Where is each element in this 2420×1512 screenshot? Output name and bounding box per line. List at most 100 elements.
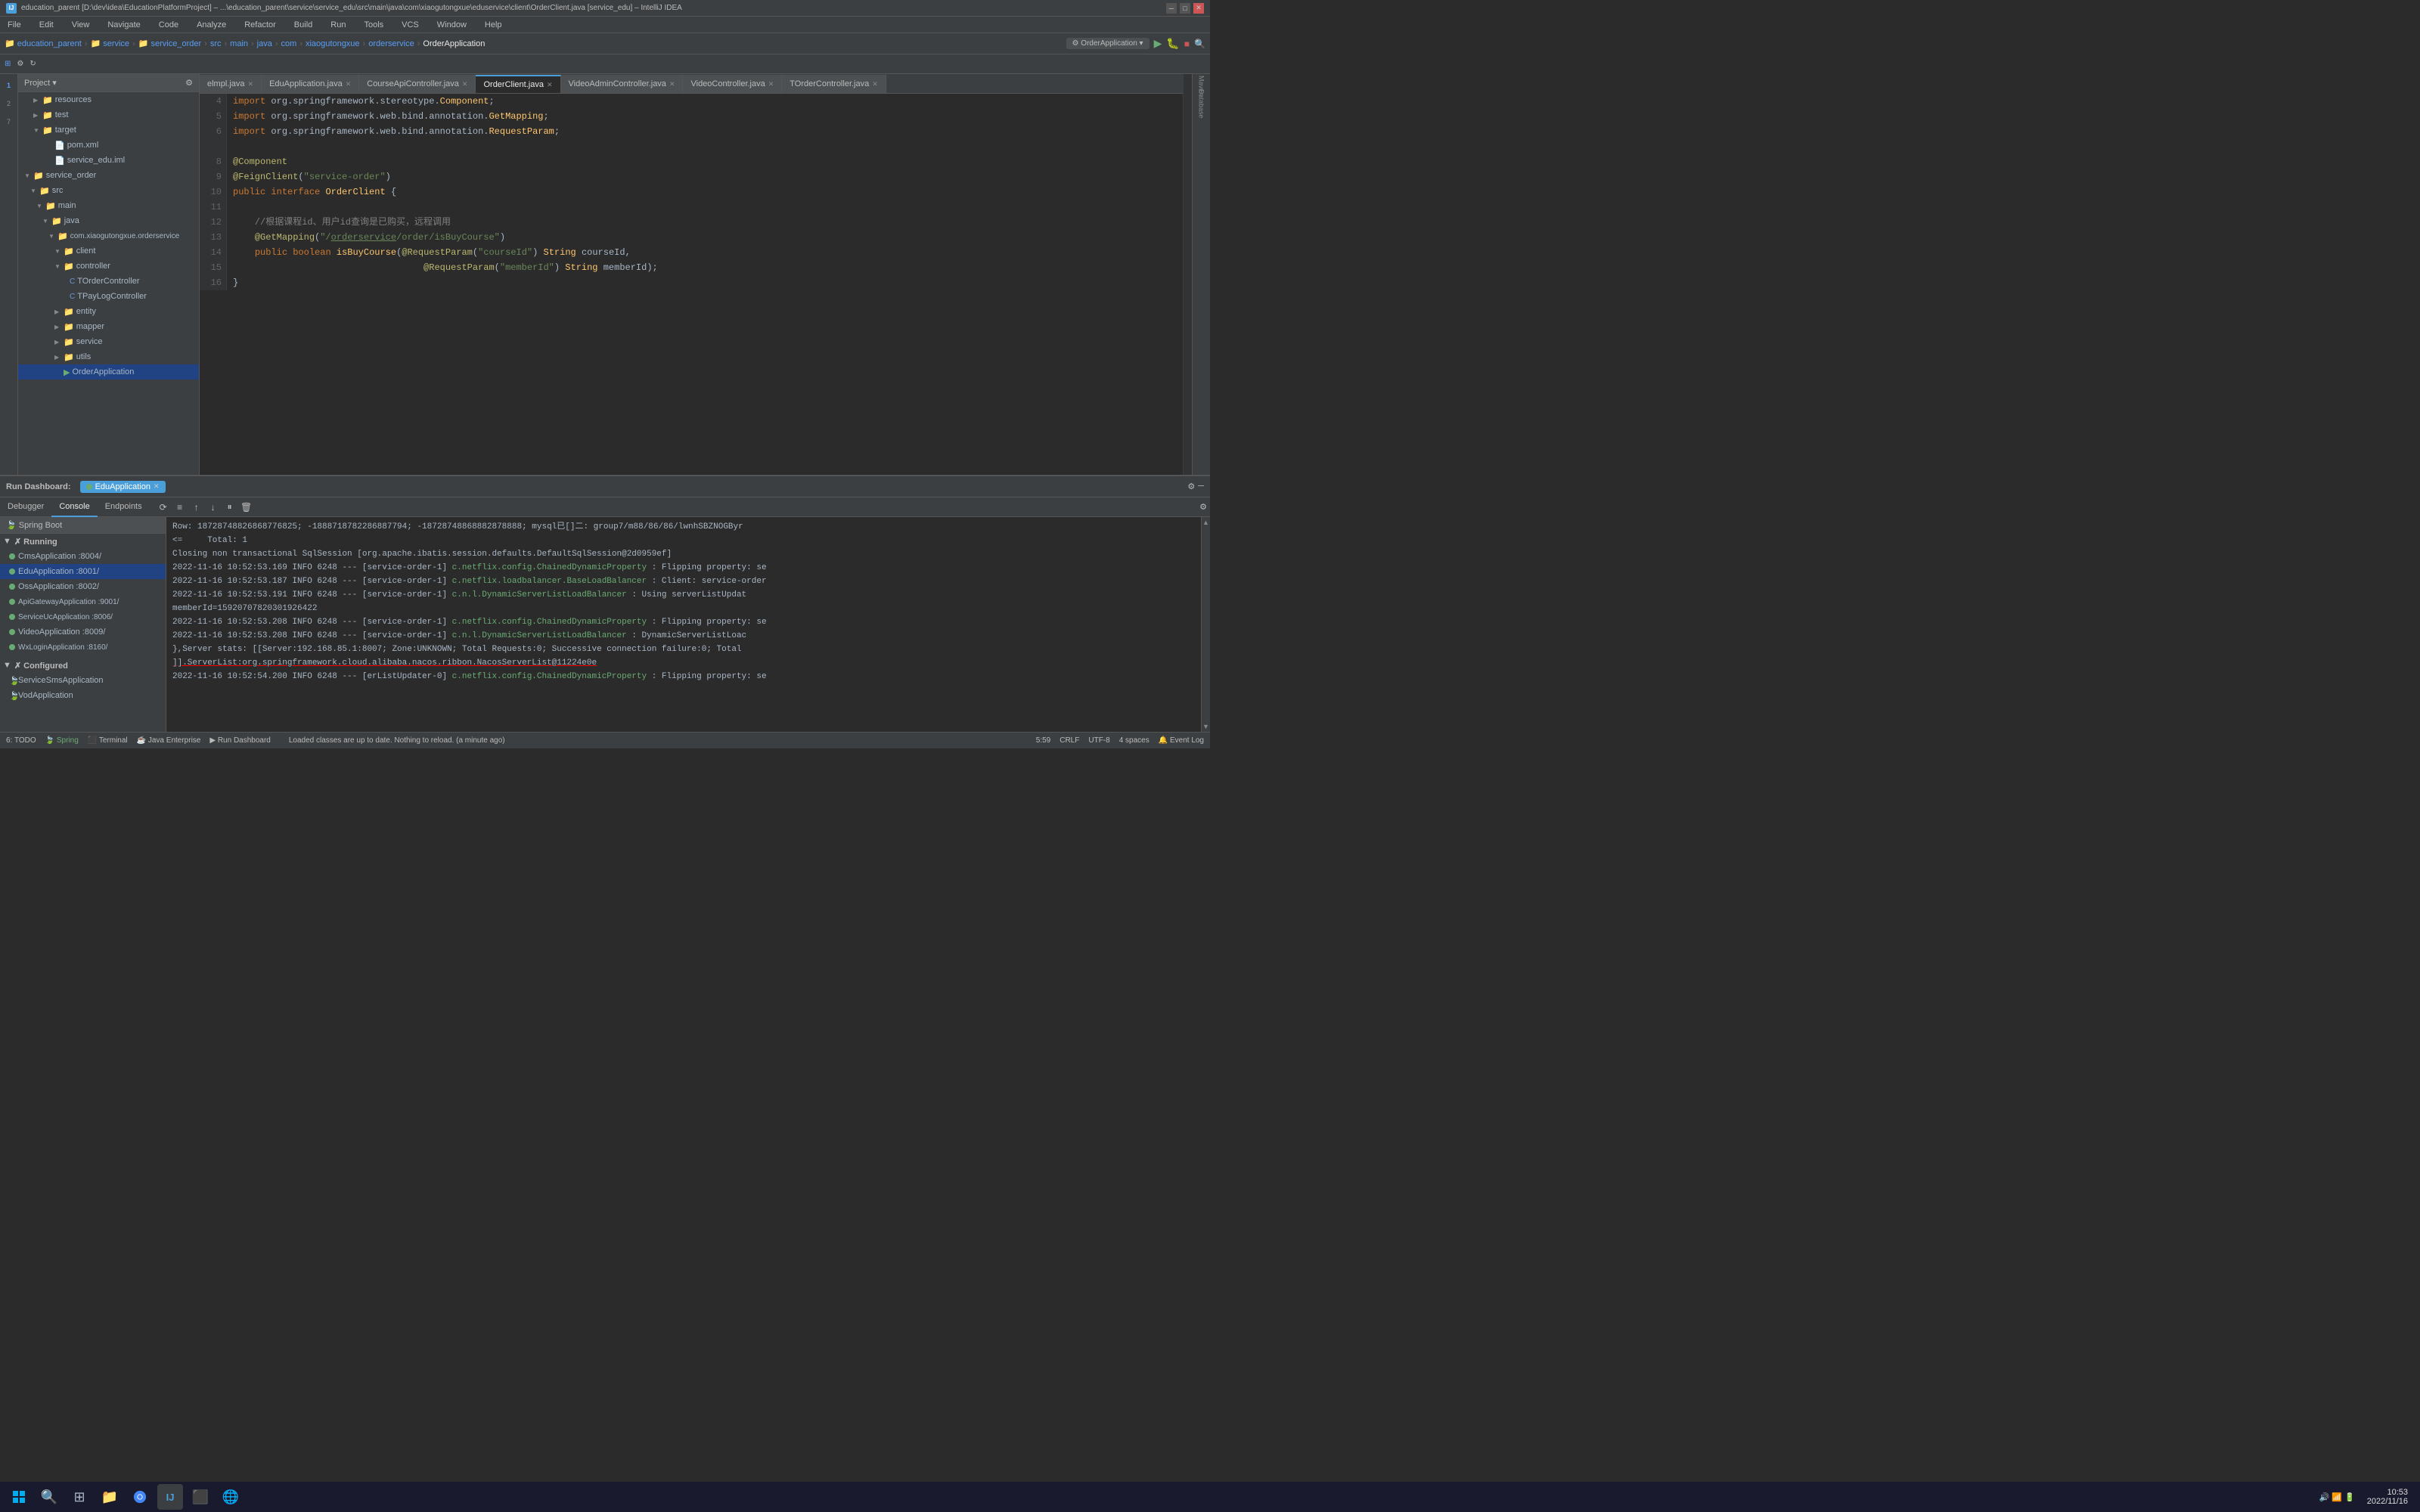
gear-icon[interactable]: ⚙ <box>17 60 23 68</box>
line-sep-indicator[interactable]: CRLF <box>1060 736 1079 745</box>
tab-orderclient[interactable]: OrderClient.java ✕ <box>476 75 560 93</box>
terminal-taskbar-btn[interactable]: ⬛ <box>188 1484 213 1510</box>
console-btn-5[interactable]: ⏸ <box>222 500 237 515</box>
breadcrumb-main[interactable]: main <box>230 39 248 48</box>
tree-item-orderapplication[interactable]: ▶OrderApplication <box>18 364 199 380</box>
tab-elmpl-close[interactable]: ✕ <box>248 80 254 88</box>
menu-view[interactable]: View <box>67 19 95 31</box>
tab-eduapplication-close[interactable]: ✕ <box>346 80 352 88</box>
structure-side-icon[interactable]: 7 <box>1 113 17 130</box>
tree-item-client[interactable]: ▼📁client <box>18 243 199 259</box>
taskview-btn[interactable]: ⊞ <box>67 1484 92 1510</box>
run-item-oss[interactable]: OssApplication :8002/ <box>0 579 166 594</box>
tree-item-entity[interactable]: ▶📁entity <box>18 304 199 319</box>
debug-button[interactable]: 🐛 <box>1166 37 1179 50</box>
tree-item-main[interactable]: ▼📁main <box>18 198 199 213</box>
project-icon[interactable]: 1 <box>1 77 17 94</box>
tab-videoadmincontroller[interactable]: VideoAdminController.java ✕ <box>561 75 684 93</box>
tab-endpoints[interactable]: Endpoints <box>98 497 150 517</box>
log-panel[interactable]: Row: 18728748826868776825; -188871878228… <box>166 517 1201 732</box>
todo-icon[interactable]: 6: TODO <box>6 736 36 745</box>
breadcrumb-com[interactable]: com <box>281 39 297 48</box>
menu-code[interactable]: Code <box>154 19 183 31</box>
tree-item-resources[interactable]: ▶📁resources <box>18 92 199 107</box>
tree-item-target[interactable]: ▼📁target <box>18 122 199 138</box>
run-item-cms[interactable]: CmsApplication :8004/ <box>0 549 166 564</box>
code-editor[interactable]: 4 5 6 8 9 10 11 12 13 14 15 16 import or… <box>200 94 1183 475</box>
tree-item-service[interactable]: ▶📁service <box>18 334 199 349</box>
tab-courseapicontroller[interactable]: CourseApiController.java ✕ <box>359 75 476 93</box>
menu-edit[interactable]: Edit <box>35 19 58 31</box>
tree-item-utils[interactable]: ▶📁utils <box>18 349 199 364</box>
menu-tools[interactable]: Tools <box>359 19 388 31</box>
scroll-down-icon[interactable]: ▼ <box>1202 723 1209 730</box>
run-button[interactable]: ▶ <box>1154 37 1162 50</box>
run-config-label[interactable]: ⚙ OrderApplication ▾ <box>1066 38 1150 49</box>
tree-item-iml[interactable]: 📄service_edu.iml <box>18 153 199 168</box>
run-item-edu[interactable]: EduApplication :8001/ <box>0 564 166 579</box>
tree-item-mapper[interactable]: ▶📁mapper <box>18 319 199 334</box>
tab-debugger[interactable]: Debugger <box>0 497 51 517</box>
console-btn-6[interactable]: 🗑 <box>239 500 254 515</box>
tab-videocontroller[interactable]: VideoController.java ✕ <box>683 75 782 93</box>
idea-taskbar-btn[interactable]: IJ <box>157 1484 183 1510</box>
tree-item-pkg[interactable]: ▼📁com.xiaogutongxue.orderservice <box>18 228 199 243</box>
encoding-indicator[interactable]: UTF-8 <box>1088 736 1109 745</box>
tree-item-pom[interactable]: 📄pom.xml <box>18 138 199 153</box>
tab-tordercontroller-close[interactable]: ✕ <box>872 80 878 88</box>
structure-icon[interactable]: ⊞ <box>5 60 11 68</box>
edu-application-tab[interactable]: EduApplication ✕ <box>80 481 166 493</box>
close-button[interactable]: ✕ <box>1193 3 1204 14</box>
console-btn-3[interactable]: ↑ <box>189 500 204 515</box>
scroll-up-icon[interactable]: ▲ <box>1202 519 1209 526</box>
edu-application-close[interactable]: ✕ <box>154 482 160 491</box>
tab-eduapplication[interactable]: EduApplication.java ✕ <box>262 75 359 93</box>
console-btn-4[interactable]: ↓ <box>206 500 221 515</box>
run-dashboard-status[interactable]: ▶ Run Dashboard <box>209 736 271 745</box>
tab-orderclient-close[interactable]: ✕ <box>547 81 553 89</box>
breadcrumb-src[interactable]: src <box>210 39 222 48</box>
tree-item-src[interactable]: ▼📁src <box>18 183 199 198</box>
terminal-icon[interactable]: ⬛ Terminal <box>88 736 128 745</box>
spring-icon[interactable]: 🍃 Spring <box>45 736 79 745</box>
browser-taskbar-btn[interactable]: 🌐 <box>218 1484 244 1510</box>
tree-item-java[interactable]: ▼📁java <box>18 213 199 228</box>
position-indicator[interactable]: 5:59 <box>1036 736 1050 745</box>
tab-elmpl[interactable]: elmpl.java ✕ <box>200 75 262 93</box>
minimize-button[interactable]: ─ <box>1166 3 1177 14</box>
tree-item-tordercontroller[interactable]: CTOrderController <box>18 274 199 289</box>
breadcrumb-java[interactable]: java <box>257 39 272 48</box>
sync-icon[interactable]: ↻ <box>29 60 36 68</box>
panel-settings-icon[interactable]: ⚙ <box>1187 482 1195 491</box>
menu-analyze[interactable]: Analyze <box>192 19 231 31</box>
database-icon[interactable]: Database <box>1193 95 1210 112</box>
fav-icon[interactable]: 2 <box>1 95 17 112</box>
event-log-btn[interactable]: 🔔 Event Log <box>1159 736 1204 745</box>
run-item-serviceuc[interactable]: ServiceUcApplication :8006/ <box>0 609 166 624</box>
menu-build[interactable]: Build <box>290 19 317 31</box>
search-button[interactable]: 🔍 <box>1194 39 1205 49</box>
menu-file[interactable]: File <box>3 19 26 31</box>
run-item-servicesms[interactable]: 🍃 ServiceSmsApplication <box>0 673 166 688</box>
console-btn-1[interactable]: ⟳ <box>156 500 171 515</box>
breadcrumb-service-order[interactable]: 📁 service_order <box>138 39 201 48</box>
run-item-apigateway[interactable]: ApiGatewayApplication :9001/ <box>0 594 166 609</box>
menu-help[interactable]: Help <box>480 19 507 31</box>
stop-button[interactable]: ■ <box>1184 39 1190 49</box>
menu-vcs[interactable]: VCS <box>397 19 424 31</box>
tab-console[interactable]: Console <box>51 497 97 517</box>
tab-videocontroller-close[interactable]: ✕ <box>768 80 774 88</box>
log-panel-settings[interactable]: ⚙ <box>1199 502 1207 512</box>
menu-navigate[interactable]: Navigate <box>103 19 144 31</box>
menu-refactor[interactable]: Refactor <box>240 19 281 31</box>
tab-videoadmincontroller-close[interactable]: ✕ <box>669 80 675 88</box>
maximize-button[interactable]: □ <box>1180 3 1190 14</box>
breadcrumb-service[interactable]: 📁 service <box>90 39 129 48</box>
console-btn-2[interactable]: ≡ <box>172 500 188 515</box>
tree-item-test[interactable]: ▶📁test <box>18 107 199 122</box>
panel-minimize-icon[interactable]: ─ <box>1198 482 1204 491</box>
tree-item-tpaylogcontroller[interactable]: CTPayLogController <box>18 289 199 304</box>
tree-item-service-order[interactable]: ▼📁service_order <box>18 168 199 183</box>
run-item-vod[interactable]: 🍃 VodApplication <box>0 688 166 703</box>
java-enterprise-icon[interactable]: ☕ Java Enterprise <box>137 736 201 745</box>
